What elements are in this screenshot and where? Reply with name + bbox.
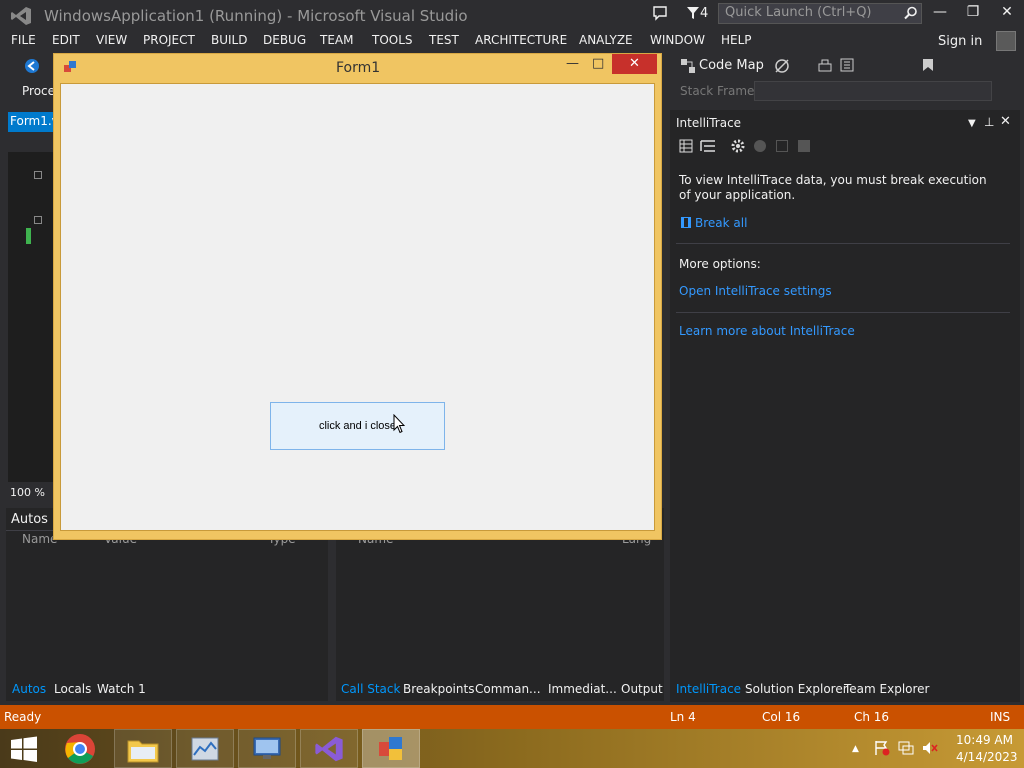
menu-tools[interactable]: TOOLS (372, 33, 413, 47)
stack-frame-label: Stack Frame: (680, 84, 759, 98)
tab-breakpoints[interactable]: Breakpoints (403, 682, 474, 696)
document-tab[interactable]: Form1.vb (8, 112, 54, 132)
process-label: Proce (22, 84, 56, 98)
form-close-icon[interactable]: ✕ (612, 54, 657, 74)
divider (676, 312, 1010, 313)
form-minimize-icon[interactable]: — (566, 56, 579, 71)
change-marker (26, 228, 31, 244)
sign-in-link[interactable]: Sign in (938, 34, 982, 49)
visual-studio-icon (314, 735, 344, 763)
status-text: Ready (4, 710, 42, 724)
tab-watch1[interactable]: Watch 1 (97, 682, 146, 696)
mouse-cursor-icon (393, 414, 405, 434)
windows-start-icon[interactable] (10, 736, 38, 762)
status-mode: INS (990, 710, 1011, 724)
tab-call-stack[interactable]: Call Stack (341, 682, 400, 696)
open-file-icon[interactable] (776, 140, 788, 152)
tab-intellitrace[interactable]: IntelliTrace (676, 682, 741, 696)
save-icon[interactable] (798, 140, 810, 152)
collapse-icon[interactable] (34, 216, 42, 224)
bookmark-icon[interactable] (922, 58, 934, 72)
form-app-icon[interactable] (64, 61, 76, 73)
autos-panel-title: Autos (11, 512, 48, 527)
more-options-label: More options: (679, 257, 761, 271)
toolbar-tool-icon[interactable] (818, 58, 832, 72)
status-ch: Ch 16 (854, 710, 890, 724)
menu-debug[interactable]: DEBUG (263, 33, 306, 47)
menu-team[interactable]: TEAM (320, 33, 353, 47)
tray-expand-icon[interactable]: ▲ (852, 744, 859, 754)
monitor-chart-icon (191, 737, 219, 761)
tree-view-icon[interactable] (700, 139, 716, 153)
filter-count: 4 (700, 6, 709, 21)
status-line: Ln 4 (670, 710, 696, 724)
menu-window[interactable]: WINDOW (650, 33, 705, 47)
divider (676, 243, 1010, 244)
window-title: WindowsApplication1 (Running) - Microsof… (44, 7, 468, 25)
tab-autos[interactable]: Autos (12, 682, 46, 696)
menu-file[interactable]: FILE (11, 33, 36, 47)
visual-studio-logo-icon (10, 6, 32, 26)
clock-date[interactable]: 4/14/2023 (956, 750, 1018, 764)
back-icon[interactable] (24, 58, 40, 74)
action-center-icon[interactable] (874, 740, 890, 756)
tab-locals[interactable]: Locals (54, 682, 91, 696)
code-map-button[interactable]: Code Map (699, 58, 764, 73)
winforms-app-icon (378, 736, 404, 762)
form-maximize-icon[interactable]: □ (592, 56, 604, 71)
search-icon[interactable] (904, 6, 918, 20)
tab-immediate[interactable]: Immediat... (548, 682, 617, 696)
clock-time[interactable]: 10:49 AM (956, 733, 1013, 747)
menu-view[interactable]: VIEW (96, 33, 127, 47)
chevron-down-icon[interactable]: ▼ (968, 118, 976, 129)
collapse-icon[interactable] (34, 171, 42, 179)
form1-title: Form1 (336, 60, 381, 76)
close-icon[interactable]: ✕ (992, 4, 1022, 24)
tab-team-explorer[interactable]: Team Explorer (844, 682, 930, 696)
close-panel-icon[interactable]: ✕ (1000, 114, 1011, 129)
feedback-filter-icon[interactable] (686, 6, 700, 20)
notifications-icon[interactable] (652, 5, 668, 21)
quick-launch-input[interactable]: Quick Launch (Ctrl+Q) (718, 3, 922, 24)
editor-header (8, 132, 54, 152)
restore-icon[interactable]: ❐ (958, 4, 988, 24)
form1-client-area (60, 83, 655, 531)
gear-icon[interactable] (730, 138, 746, 154)
volume-muted-icon[interactable] (922, 740, 938, 756)
menu-build[interactable]: BUILD (211, 33, 247, 47)
stack-frame-dropdown[interactable] (754, 81, 992, 101)
menu-test[interactable]: TEST (429, 33, 459, 47)
tab-solution-explorer[interactable]: Solution Explorer (745, 682, 848, 696)
tab-command[interactable]: Comman... (475, 682, 541, 696)
toolbar-list-icon[interactable] (840, 58, 854, 72)
code-editor[interactable] (8, 132, 54, 482)
intellitrace-title: IntelliTrace (676, 116, 742, 130)
click-and-close-button[interactable]: click and i close (270, 402, 445, 450)
break-all-link[interactable]: Break all (695, 216, 747, 230)
learn-more-link[interactable]: Learn more about IntelliTrace (679, 324, 855, 338)
list-view-icon[interactable] (679, 139, 693, 153)
minimize-icon[interactable]: — (925, 4, 955, 24)
intellitrace-message: To view IntelliTrace data, you must brea… (679, 173, 987, 202)
open-intellitrace-settings-link[interactable]: Open IntelliTrace settings (679, 284, 832, 298)
avatar[interactable] (996, 31, 1016, 51)
autos-list[interactable] (6, 530, 328, 680)
menu-project[interactable]: PROJECT (143, 33, 195, 47)
zoom-level[interactable]: 100 % (10, 486, 45, 499)
network-icon[interactable] (898, 740, 914, 756)
remote-desktop-icon (252, 737, 282, 761)
chrome-icon[interactable] (64, 733, 96, 765)
status-col: Col 16 (762, 710, 801, 724)
code-map-icon[interactable] (680, 58, 696, 74)
menu-edit[interactable]: EDIT (52, 33, 80, 47)
menu-help[interactable]: HELP (721, 33, 752, 47)
menu-analyze[interactable]: ANALYZE (579, 33, 633, 47)
breakpoint-toggle-icon[interactable] (774, 58, 790, 74)
folder-icon (127, 737, 159, 763)
menu-architecture[interactable]: ARCHITECTURE (475, 33, 567, 47)
pin-icon[interactable]: ⊥ (984, 115, 994, 129)
record-icon[interactable] (754, 140, 766, 152)
break-all-icon[interactable] (681, 217, 691, 228)
tab-output[interactable]: Output (621, 682, 663, 696)
